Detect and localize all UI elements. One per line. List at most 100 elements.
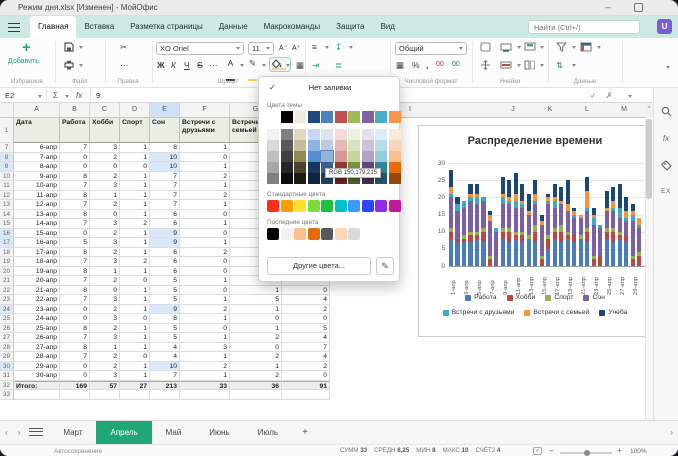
cell[interactable]: 7 xyxy=(150,371,180,381)
fx-icon[interactable]: fx xyxy=(76,91,82,100)
tint-swatch[interactable] xyxy=(267,162,279,173)
cell[interactable]: 1 xyxy=(180,181,230,191)
cell[interactable]: 0 xyxy=(282,371,330,381)
more-font-icon[interactable]: ⋯ xyxy=(209,59,218,72)
tint-swatch[interactable] xyxy=(308,140,320,151)
cell[interactable]: 1 xyxy=(230,362,282,372)
cell[interactable]: 7 xyxy=(150,181,180,191)
cell[interactable]: 1 xyxy=(120,200,150,210)
row-header-26[interactable]: 26 xyxy=(0,324,14,334)
cell[interactable]: 11-апр xyxy=(14,191,60,201)
cell[interactable]: 2 xyxy=(180,248,230,258)
cell[interactable]: 1 xyxy=(120,295,150,305)
header-cell[interactable]: Встречи с друзьями xyxy=(180,118,230,143)
tint-swatch[interactable] xyxy=(375,151,387,162)
cell[interactable]: 28-апр xyxy=(14,352,60,362)
tint-swatch[interactable] xyxy=(389,173,401,184)
cell[interactable]: 1 xyxy=(120,305,150,315)
cell[interactable]: 7 xyxy=(60,276,90,286)
cell[interactable]: 0 xyxy=(282,286,330,296)
tint-swatch[interactable] xyxy=(389,129,401,140)
align-button[interactable]: ≡ xyxy=(312,41,317,54)
cell[interactable]: 7 xyxy=(60,352,90,362)
tint-swatch[interactable] xyxy=(294,151,306,162)
cell[interactable]: 0 xyxy=(180,324,230,334)
comma-format-button[interactable]: , xyxy=(426,59,428,72)
functions-panel-icon[interactable]: fx xyxy=(660,134,672,143)
scrollbar-thumb[interactable] xyxy=(646,119,652,199)
cell[interactable]: 8 xyxy=(60,210,90,220)
selected-tint-swatch[interactable] xyxy=(321,151,333,162)
user-avatar[interactable]: U xyxy=(657,19,672,34)
row-header-20[interactable]: 20 xyxy=(0,267,14,277)
cell[interactable]: 0 xyxy=(90,286,120,296)
cell[interactable]: 12-апр xyxy=(14,200,60,210)
save-icon[interactable] xyxy=(64,42,74,52)
header-cell[interactable]: Работа xyxy=(60,118,90,143)
sheet-list-icon[interactable] xyxy=(29,428,43,436)
row-header-29[interactable]: 29 xyxy=(0,352,14,362)
column-header-M[interactable]: M xyxy=(614,103,634,118)
cell[interactable] xyxy=(282,390,330,400)
cell[interactable]: 7 xyxy=(60,295,90,305)
zoom-in-button[interactable]: + xyxy=(617,446,622,455)
cell[interactable]: 2 xyxy=(90,352,120,362)
print-icon[interactable] xyxy=(64,60,74,70)
cell[interactable]: 27 xyxy=(120,381,150,391)
cell[interactable]: 1 xyxy=(230,305,282,315)
wrap-text-button[interactable]: ⇥ xyxy=(312,59,319,72)
cell[interactable]: 9 xyxy=(150,305,180,315)
cell[interactable]: 13-апр xyxy=(14,210,60,220)
row-header-1[interactable]: 1 xyxy=(0,118,14,143)
header-cell[interactable]: Сон xyxy=(150,118,180,143)
cell[interactable]: 17-апр xyxy=(14,248,60,258)
cell[interactable]: 2 xyxy=(120,219,150,229)
cell[interactable]: 1 xyxy=(120,248,150,258)
cell[interactable]: 14-апр xyxy=(14,219,60,229)
column-header-E[interactable]: E xyxy=(150,103,180,118)
cell[interactable]: 0 xyxy=(120,276,150,286)
cell[interactable]: 1 xyxy=(120,267,150,277)
no-fill-option[interactable]: Нет заливки xyxy=(259,83,401,92)
cell[interactable]: 2 xyxy=(180,172,230,182)
cell[interactable]: 5 xyxy=(60,238,90,248)
cell[interactable]: 1 xyxy=(180,371,230,381)
cell[interactable]: 7 xyxy=(60,219,90,229)
borders-button[interactable]: ▦ xyxy=(296,59,304,72)
tint-swatch[interactable] xyxy=(362,129,374,140)
currency-format-icon[interactable]: ▦ xyxy=(396,59,404,72)
tag-panel-icon[interactable] xyxy=(660,160,672,171)
cell[interactable]: 7 xyxy=(150,200,180,210)
hamburger-menu-icon[interactable] xyxy=(8,23,20,32)
menu-tab-1[interactable]: Вставка xyxy=(76,16,122,38)
standard-color-swatch[interactable] xyxy=(348,200,360,212)
cell[interactable]: 3 xyxy=(90,219,120,229)
cell[interactable]: 5 xyxy=(230,295,282,305)
cell[interactable]: 8 xyxy=(60,324,90,334)
menu-tab-4[interactable]: Макрокоманды xyxy=(256,16,328,38)
tint-swatch[interactable] xyxy=(348,151,360,162)
standard-color-swatch[interactable] xyxy=(335,200,347,212)
tint-swatch[interactable] xyxy=(281,129,293,140)
cell[interactable] xyxy=(90,390,120,400)
cell[interactable]: 18-апр xyxy=(14,257,60,267)
standard-color-swatch[interactable] xyxy=(321,200,333,212)
row-header-22[interactable]: 22 xyxy=(0,286,14,296)
row-header-33[interactable]: 33 xyxy=(0,390,14,400)
cell[interactable]: 8 xyxy=(60,267,90,277)
cell[interactable]: 3 xyxy=(180,343,230,353)
cell[interactable]: 1 xyxy=(230,286,282,296)
recent-color-swatch[interactable] xyxy=(308,228,320,240)
cell[interactable]: 2 xyxy=(180,191,230,201)
recent-color-swatch[interactable] xyxy=(321,228,333,240)
cell[interactable]: 7 xyxy=(60,333,90,343)
cell[interactable]: 1 xyxy=(120,153,150,163)
cell[interactable]: 5 xyxy=(150,324,180,334)
cell[interactable]: 4 xyxy=(150,343,180,353)
cell[interactable]: 8 xyxy=(60,191,90,201)
standard-color-swatch[interactable] xyxy=(375,200,387,212)
tint-swatch[interactable] xyxy=(348,129,360,140)
more-edit-icon[interactable]: ⋯ xyxy=(120,59,129,72)
cell[interactable]: 4 xyxy=(282,352,330,362)
cell[interactable]: 16-апр xyxy=(14,238,60,248)
